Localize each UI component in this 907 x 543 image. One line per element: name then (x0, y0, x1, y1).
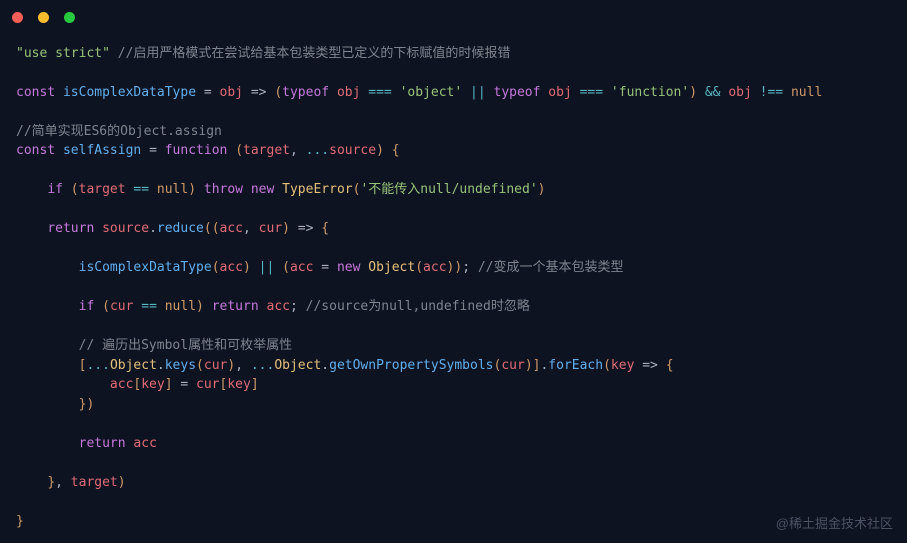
identifier: isComplexDataType (63, 85, 196, 100)
comment: //启用严格模式在尝试给基本包装类型已定义的下标赋值的时候报错 (118, 46, 511, 61)
window-titlebar (0, 0, 907, 34)
close-icon[interactable] (12, 12, 23, 23)
maximize-icon[interactable] (64, 12, 75, 23)
watermark: @稀土掘金技术社区 (776, 514, 893, 534)
minimize-icon[interactable] (38, 12, 49, 23)
code-block: "use strict" //启用严格模式在尝试给基本包装类型已定义的下标赋值的… (0, 34, 907, 542)
string-literal: "use strict" (16, 46, 110, 61)
comment: //简单实现ES6的Object.assign (16, 124, 222, 139)
keyword: const (16, 85, 55, 100)
